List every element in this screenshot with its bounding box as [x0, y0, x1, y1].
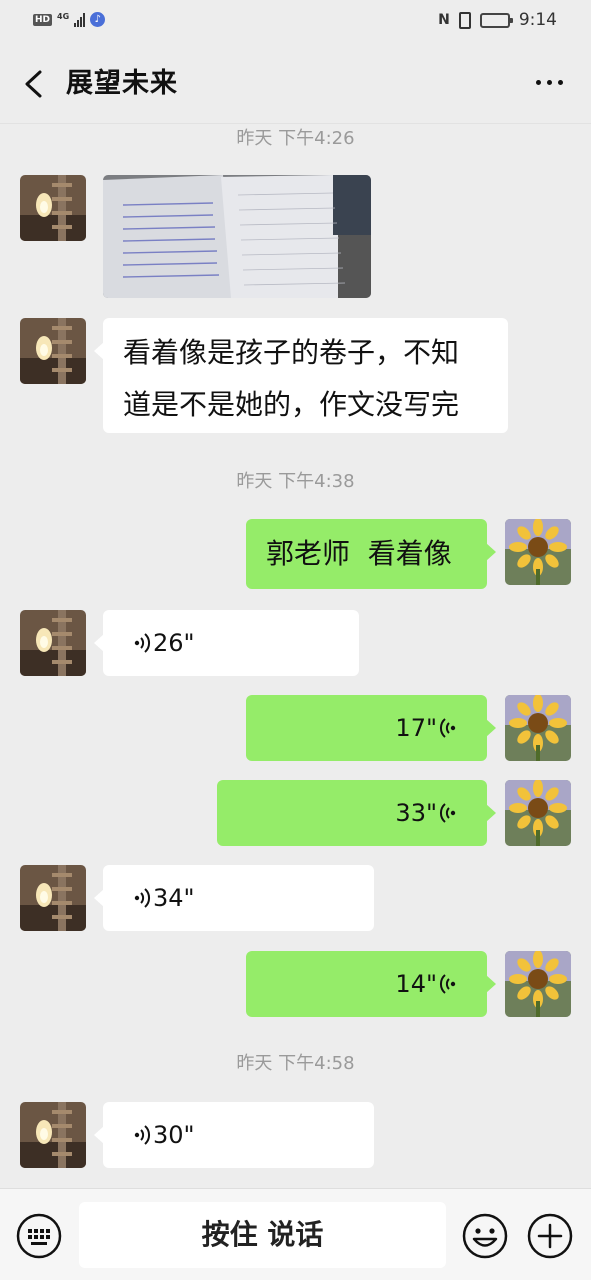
back-arrow-icon[interactable]: [20, 66, 50, 102]
voice-duration: 30": [153, 1121, 195, 1149]
emoji-icon[interactable]: [461, 1212, 509, 1260]
voice-message[interactable]: 33": [217, 780, 496, 846]
timestamp: 昨天 下午4:26: [236, 128, 355, 149]
voice-message[interactable]: 30": [94, 1102, 374, 1168]
status-right: N 9:14: [438, 10, 557, 30]
timestamp: 昨天 下午4:58: [236, 1053, 355, 1074]
image-message[interactable]: [103, 175, 371, 298]
text-message[interactable]: 郭老师 看着像: [246, 519, 496, 589]
my-avatar[interactable]: [505, 951, 571, 1017]
voice-message[interactable]: 26": [94, 610, 359, 676]
hold-to-talk-button[interactable]: 按住 说话: [79, 1202, 446, 1268]
my-avatar[interactable]: [505, 519, 571, 585]
voice-duration: 17": [395, 714, 437, 742]
message-line: 看着像是孩子的卷子，不知: [123, 336, 460, 369]
status-bar: HD 4G ♪ N 9:14: [0, 0, 591, 44]
chat-header: 展望未来: [0, 44, 591, 124]
hd-icon: HD: [33, 13, 53, 26]
status-left: HD 4G ♪: [33, 11, 106, 27]
more-functions-icon[interactable]: [526, 1212, 574, 1260]
clock: 9:14: [518, 10, 557, 30]
contact-avatar[interactable]: [20, 318, 86, 384]
signal-icon: [74, 12, 86, 27]
voice-message[interactable]: 34": [94, 865, 374, 931]
message-list[interactable]: 昨天 下午4:26 看着像是孩子的卷子，不知 道是不是她的，作文没写完 昨天 下…: [0, 124, 591, 1188]
battery-icon: [479, 12, 513, 28]
message-line: 道是不是她的，作文没写完: [123, 388, 460, 421]
vibrate-icon: [458, 11, 471, 29]
voice-message[interactable]: 17": [246, 695, 496, 761]
network-type: 4G: [57, 11, 70, 21]
voice-duration: 26": [153, 629, 195, 657]
my-avatar[interactable]: [505, 780, 571, 846]
voice-wave-icon: [439, 803, 456, 823]
nfc-icon: N: [438, 12, 450, 28]
contact-avatar[interactable]: [20, 175, 86, 241]
voice-wave-icon: [134, 1125, 151, 1145]
voice-wave-icon: [439, 974, 456, 994]
input-bar: 按住 说话: [0, 1188, 591, 1280]
voice-duration: 34": [153, 884, 195, 912]
voice-duration: 14": [395, 970, 437, 998]
keyboard-icon[interactable]: [15, 1212, 63, 1260]
music-icon: ♪: [90, 12, 106, 27]
text-message[interactable]: 看着像是孩子的卷子，不知 道是不是她的，作文没写完: [94, 318, 508, 433]
voice-duration: 33": [395, 799, 437, 827]
timestamp: 昨天 下午4:38: [236, 471, 355, 492]
voice-wave-icon: [134, 633, 151, 653]
voice-wave-icon: [134, 888, 151, 908]
voice-wave-icon: [439, 718, 456, 738]
more-options-icon[interactable]: [536, 80, 563, 85]
chat-title: 展望未来: [66, 68, 178, 99]
contact-avatar[interactable]: [20, 1102, 86, 1168]
my-avatar[interactable]: [505, 695, 571, 761]
contact-avatar[interactable]: [20, 610, 86, 676]
voice-message[interactable]: 14": [246, 951, 496, 1017]
contact-avatar[interactable]: [20, 865, 86, 931]
